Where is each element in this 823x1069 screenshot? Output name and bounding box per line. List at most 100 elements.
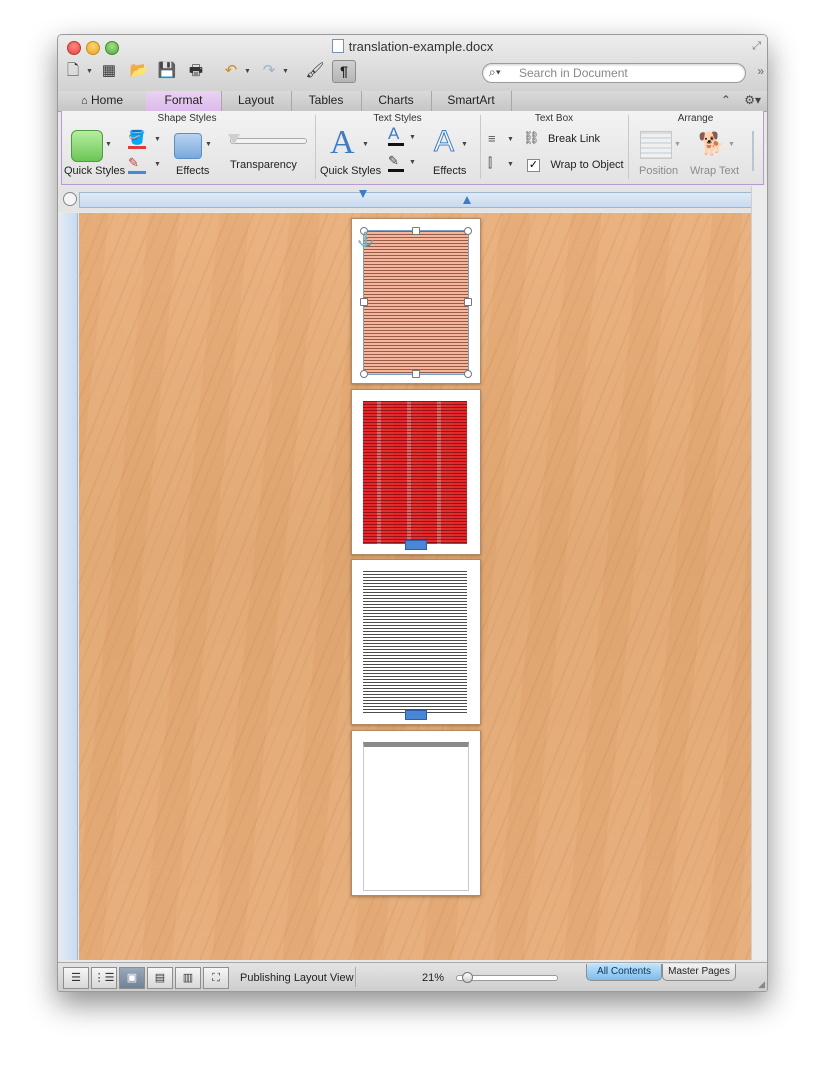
horizontal-ruler[interactable] — [58, 186, 767, 212]
wrap-text-dropdown-icon[interactable]: ▼ — [728, 141, 735, 148]
break-link-button[interactable]: ⛓ Break Link — [523, 129, 600, 147]
broken-chain-icon: ⛓ — [523, 130, 540, 145]
text-box-link-icon[interactable] — [405, 540, 427, 550]
text-quick-styles-dropdown-icon[interactable]: ▼ — [362, 141, 369, 148]
text-box-empty[interactable] — [363, 742, 469, 891]
new-document-dropdown-icon[interactable]: ▼ — [86, 68, 93, 75]
text-box[interactable] — [363, 401, 467, 544]
draft-view-button[interactable]: ☰ — [63, 967, 89, 989]
resize-handle[interactable] — [360, 298, 368, 306]
tab-layout[interactable]: Layout — [221, 91, 292, 111]
tab-smartart[interactable]: SmartArt — [431, 91, 512, 111]
focus-view-button[interactable]: ⛶ — [203, 967, 229, 989]
wrap-text-icon[interactable]: 🐕 — [698, 131, 725, 157]
text-box-link-icon[interactable] — [405, 710, 427, 720]
vertical-ruler[interactable] — [61, 213, 78, 960]
page-thumbnail[interactable] — [351, 389, 481, 555]
zoom-slider-thumb[interactable] — [462, 972, 473, 983]
fullscreen-icon[interactable]: ⤢ — [752, 40, 761, 53]
text-direction-dropdown-icon[interactable]: ▼ — [507, 136, 514, 143]
status-separator — [355, 967, 356, 987]
view-name-label: Publishing Layout View — [240, 972, 354, 984]
resize-handle[interactable] — [360, 370, 368, 378]
resize-grip-icon[interactable]: ◢ — [758, 979, 765, 990]
tab-home[interactable]: ⌂ Home — [58, 91, 147, 111]
show-formatting-button[interactable]: ¶ — [332, 60, 356, 83]
text-effects-dropdown-icon[interactable]: ▼ — [461, 141, 468, 148]
search-input[interactable] — [519, 65, 739, 80]
zoom-slider[interactable] — [456, 972, 558, 983]
tab-tables[interactable]: Tables — [291, 91, 362, 111]
line-color-dropdown-icon[interactable]: ▼ — [154, 161, 161, 168]
gear-icon[interactable]: ⚙▾ — [744, 93, 761, 107]
text-alignment-dropdown-icon[interactable]: ▼ — [507, 161, 514, 168]
text-box-selected[interactable] — [363, 230, 469, 375]
transparency-slider[interactable] — [228, 134, 307, 145]
position-dropdown-icon[interactable]: ▼ — [674, 141, 681, 148]
focus-view-icon: ⛶ — [212, 972, 220, 984]
open-icon[interactable]: 📂 — [128, 61, 150, 81]
format-painter-icon[interactable]: 🖌 — [304, 61, 326, 81]
text-alignment-icon[interactable]: ⫿ — [488, 155, 492, 171]
vertical-scrollbar[interactable] — [751, 186, 767, 960]
arrange-more-icon[interactable] — [752, 131, 762, 171]
tab-master-pages[interactable]: Master Pages — [662, 964, 736, 981]
text-box[interactable] — [363, 571, 467, 714]
new-document-icon[interactable]: 🗋 — [62, 61, 84, 81]
collapse-ribbon-icon[interactable]: ⌃ — [721, 93, 731, 107]
resize-handle[interactable] — [464, 227, 472, 235]
resize-handle[interactable] — [412, 227, 420, 235]
undo-dropdown-icon[interactable]: ▼ — [244, 68, 251, 75]
text-quick-styles-label: Quick Styles — [320, 165, 382, 177]
search-field[interactable]: ⌕▾ — [482, 63, 746, 83]
tab-format[interactable]: Format — [146, 91, 222, 111]
page-thumbnail[interactable] — [351, 559, 481, 725]
redo-dropdown-icon[interactable]: ▼ — [282, 68, 289, 75]
wrap-to-object-label: Wrap to Object — [550, 159, 624, 171]
position-icon[interactable] — [640, 131, 672, 159]
anchor-icon[interactable]: ⚓ — [357, 231, 374, 248]
resize-handle[interactable] — [412, 370, 420, 378]
right-indent-marker-icon[interactable] — [463, 196, 471, 204]
print-icon[interactable]: 🖶 — [185, 61, 207, 81]
fill-color-icon[interactable]: 🪣 — [128, 129, 146, 149]
tab-charts[interactable]: Charts — [361, 91, 432, 111]
page-thumbnail[interactable]: ⚓ — [351, 218, 481, 384]
notebook-view-icon: ▥ — [182, 972, 194, 984]
templates-icon[interactable]: ▦ — [98, 61, 120, 81]
notebook-view-button[interactable]: ▥ — [175, 967, 201, 989]
fill-color-dropdown-icon[interactable]: ▼ — [154, 136, 161, 143]
shape-quick-styles-icon[interactable] — [71, 130, 103, 162]
ribbon-separator — [315, 115, 316, 179]
wrap-text-label: Wrap Text — [690, 165, 740, 177]
outline-view-button[interactable]: ⋮☰ — [91, 967, 117, 989]
publishing-layout-view-button[interactable]: ▣ — [119, 967, 145, 989]
text-outline-dropdown-icon[interactable]: ▼ — [409, 159, 416, 166]
shape-quick-styles-dropdown-icon[interactable]: ▼ — [105, 141, 112, 148]
text-quick-styles-icon[interactable]: A — [330, 125, 355, 161]
quick-styles-label: Quick Styles — [64, 165, 126, 177]
text-direction-icon[interactable]: ≡ — [488, 131, 496, 146]
page-thumbnail[interactable] — [351, 730, 481, 896]
toolbar-overflow-icon[interactable]: » — [757, 64, 764, 78]
redo-icon[interactable]: ↷ — [258, 61, 280, 81]
text-fill-icon[interactable]: A — [388, 125, 404, 146]
text-effects-icon[interactable]: A — [433, 125, 454, 159]
text-fill-dropdown-icon[interactable]: ▼ — [409, 134, 416, 141]
tab-all-contents[interactable]: All Contents — [586, 964, 662, 981]
group-title-text-styles: Text Styles — [373, 113, 422, 124]
resize-handle[interactable] — [464, 370, 472, 378]
transparency-slider-thumb[interactable] — [228, 134, 240, 145]
left-indent-marker-icon[interactable] — [359, 190, 367, 198]
shape-effects-dropdown-icon[interactable]: ▼ — [205, 141, 212, 148]
save-icon[interactable]: 💾 — [156, 61, 178, 81]
print-layout-icon: ▤ — [154, 972, 166, 984]
resize-handle[interactable] — [464, 298, 472, 306]
shape-effects-icon[interactable] — [174, 133, 202, 159]
line-color-icon[interactable]: ✎ — [128, 155, 146, 174]
undo-icon[interactable]: ↶ — [220, 61, 242, 81]
title-bar: translation-example.docx ⤢ 🗋 ▼ ▦ 📂 💾 🖶 ↶… — [58, 35, 767, 92]
text-outline-icon[interactable]: ✎ — [388, 153, 404, 172]
wrap-to-object-checkbox[interactable]: ✓ Wrap to Object — [527, 155, 624, 173]
print-layout-view-button[interactable]: ▤ — [147, 967, 173, 989]
